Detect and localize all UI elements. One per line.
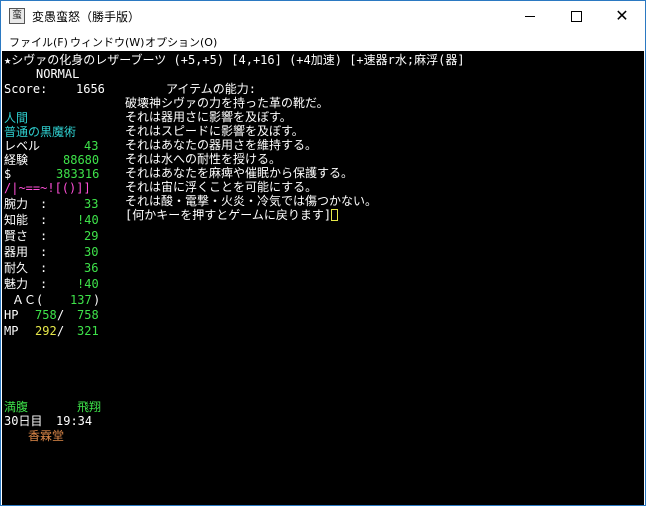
stat-sep: : — [40, 197, 48, 211]
stat-sep: : — [40, 245, 48, 259]
close-button[interactable]: ✕ — [599, 1, 645, 31]
exp-label: 経験 — [4, 153, 29, 167]
flying-status: 飛翔 — [77, 400, 102, 414]
stat-label: 知能 — [4, 213, 29, 227]
race: 人間 — [4, 111, 29, 125]
item-name-line: ★シヴァの化身のレザーブーツ (+5,+5) [4,+16] (+4加速) [+… — [4, 53, 465, 67]
mp-slash: / — [57, 324, 65, 338]
menu-window[interactable]: ウィンドウ(W) — [70, 34, 144, 50]
hp-current: 758 — [35, 308, 57, 322]
level-value: 43 — [84, 139, 99, 153]
item-info-line: それはあなたの器用さを維持する。 — [125, 138, 318, 152]
stat-label: 魅力 — [4, 277, 29, 291]
close-icon: ✕ — [615, 6, 629, 25]
item-info-line: それは宙に浮くことを可能にする。 — [125, 180, 318, 194]
menu-bar: ファイル(F) ウィンドウ(W) オプション(O) — [1, 31, 645, 51]
stat-label: 器用 — [4, 245, 29, 259]
difficulty: NORMAL — [36, 67, 80, 81]
window-title: 変愚蛮怒（勝手版） — [32, 10, 141, 24]
gold-label: $ — [4, 167, 12, 181]
continue-prompt-text: [何かキーを押すとゲームに戻ります] — [125, 208, 332, 222]
stat-label: 耐久 — [4, 261, 29, 275]
game-terminal[interactable]: ★シヴァの化身のレザーブーツ (+5,+5) [4,+16] (+4加速) [+… — [2, 51, 644, 505]
maximize-icon — [570, 10, 582, 22]
stat-sep: : — [40, 229, 48, 243]
title-bar[interactable]: 蛮 変愚蛮怒（勝手版） ✕ — [1, 1, 645, 31]
hp-label: HP — [4, 308, 19, 322]
score-label: Score: — [4, 82, 48, 96]
stat-value: !40 — [77, 213, 99, 227]
stat-value: 30 — [84, 245, 99, 259]
hp-max: 758 — [77, 308, 99, 322]
mp-current: 292 — [35, 324, 57, 338]
stat-label: 賢さ — [4, 229, 29, 243]
item-info-line: それは器用さに影響を及ぼす。 — [125, 110, 292, 124]
app-icon[interactable]: 蛮 — [9, 8, 25, 24]
minimize-button[interactable] — [507, 1, 553, 31]
item-info-line: それはスピードに影響を及ぼす。 — [125, 124, 304, 138]
score-value: 1656 — [76, 82, 105, 96]
stat-value: !40 — [77, 277, 99, 291]
game-window: 蛮 変愚蛮怒（勝手版） ✕ ファイル(F) ウィンドウ(W) オプション(O) … — [0, 0, 646, 506]
mp-max: 321 — [77, 324, 99, 338]
location-name: 香霖堂 — [28, 429, 65, 443]
exp-value: 88680 — [63, 153, 100, 167]
item-info-line: それは酸・電撃・火炎・冷気では傷つかない。 — [125, 194, 378, 208]
maximize-button[interactable] — [553, 1, 599, 31]
text-cursor — [331, 209, 339, 221]
ac-label: ＡＣ( — [12, 293, 44, 307]
item-info-line: それは水への耐性を授ける。 — [125, 152, 282, 166]
menu-options[interactable]: オプション(O) — [145, 34, 217, 50]
game-day: 30日目 — [4, 414, 43, 428]
ac-close: ) — [93, 293, 101, 307]
minimize-icon — [525, 15, 535, 17]
stat-value: 36 — [84, 261, 99, 275]
equipment-chars: /|~==~![()]] — [4, 181, 91, 195]
app-icon-glyph: 蛮 — [12, 10, 22, 21]
menu-file[interactable]: ファイル(F) — [9, 34, 68, 50]
gold-value: 383316 — [56, 167, 100, 181]
ac-value: 137 — [70, 293, 92, 307]
item-info-heading: アイテムの能力: — [166, 82, 257, 96]
hunger-status: 満腹 — [4, 400, 29, 414]
class: 普通の黒魔術 — [4, 125, 77, 139]
stat-value: 29 — [84, 229, 99, 243]
stat-value: 33 — [84, 197, 99, 211]
stat-label: 腕力 — [4, 197, 29, 211]
game-clock: 19:34 — [56, 414, 93, 428]
stat-sep: : — [40, 277, 48, 291]
item-info-line: それはあなたを麻痺や催眠から保護する。 — [125, 166, 354, 180]
mp-label: MP — [4, 324, 19, 338]
level-label: レベル — [4, 139, 41, 153]
hp-slash: / — [57, 308, 65, 322]
stat-sep: : — [40, 261, 48, 275]
item-info-line: 破壊神シヴァの力を持った革の靴だ。 — [125, 96, 329, 110]
continue-prompt: [何かキーを押すとゲームに戻ります] — [125, 208, 339, 223]
stat-sep: : — [40, 213, 48, 227]
